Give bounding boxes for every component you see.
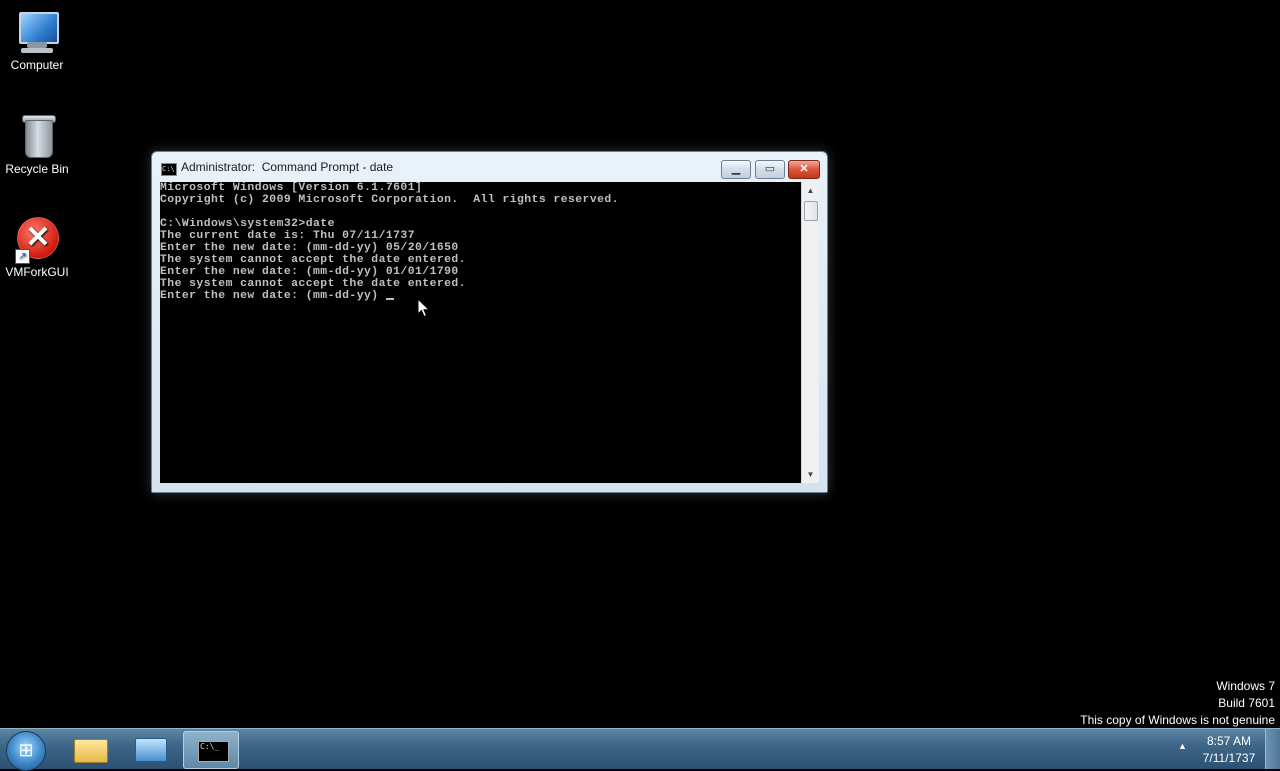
windows-logo-icon: ⊞ (18, 740, 34, 760)
maximize-button[interactable]: ▭ (755, 160, 785, 179)
system-clock[interactable]: 8:57 AM 7/11/1737 (1196, 733, 1262, 767)
window-titlebar[interactable]: C:\ Administrator: Command Prompt - date… (152, 152, 827, 182)
console-line: The system cannot accept the date entere… (160, 278, 466, 290)
show-desktop-button[interactable] (1265, 729, 1280, 769)
minimize-button[interactable]: ▁ (721, 160, 751, 179)
recycle-bin-icon (13, 112, 61, 160)
console-line: C:\Windows\system32>date (160, 218, 335, 230)
text-cursor (385, 298, 394, 300)
command-prompt-icon: C:\_ (198, 741, 229, 762)
taskbar-control-panel-button[interactable] (124, 731, 178, 767)
console-line: Enter the new date: (mm-dd-yy) 01/01/179… (160, 266, 459, 278)
taskbar-explorer-button[interactable] (62, 731, 116, 767)
show-hidden-icons-icon[interactable]: ▲ (1178, 741, 1187, 751)
command-prompt-icon: C:\ (161, 163, 177, 176)
command-prompt-window[interactable]: C:\ Administrator: Command Prompt - date… (151, 151, 828, 493)
computer-icon (13, 8, 61, 56)
shortcut-arrow-icon: ↗ (15, 249, 30, 264)
console-prompt-line[interactable]: Enter the new date: (mm-dd-yy) (160, 290, 801, 302)
taskbar-command-prompt-button[interactable]: C:\_ (183, 731, 239, 769)
console-line: Enter the new date: (mm-dd-yy) 05/20/165… (160, 242, 459, 254)
scroll-down-icon[interactable]: ▼ (802, 466, 819, 483)
watermark-os: Windows 7 (1216, 679, 1275, 693)
desktop-icon-vmforkgui[interactable]: ✕ ↗ VMForkGUI (0, 215, 74, 279)
control-panel-icon (135, 738, 167, 762)
close-button[interactable]: ✕ (788, 160, 820, 179)
vertical-scrollbar[interactable]: ▲ ▼ (801, 182, 819, 483)
desktop-icon-label: Computer (10, 58, 64, 72)
maximize-icon: ▭ (764, 163, 776, 175)
console-line: The system cannot accept the date entere… (160, 254, 466, 266)
folder-icon (74, 739, 108, 763)
windows-watermark: Windows 7 Build 7601 This copy of Window… (1080, 678, 1275, 729)
taskbar: ⊞ C:\_ ▲ 8:57 AM 7/11/1737 (0, 728, 1280, 771)
start-button[interactable]: ⊞ (6, 731, 46, 771)
console-line (160, 206, 801, 218)
clock-time: 8:57 AM (1206, 734, 1252, 748)
console-line: Microsoft Windows [Version 6.1.7601] (160, 182, 423, 194)
scroll-up-icon[interactable]: ▲ (802, 182, 819, 199)
desktop-icon-label: Recycle Bin (5, 162, 69, 176)
watermark-genuine-notice: This copy of Windows is not genuine (1080, 713, 1275, 727)
watermark-build: Build 7601 (1218, 696, 1275, 710)
clock-date: 7/11/1737 (1202, 751, 1256, 765)
window-title: Administrator: Command Prompt - date (181, 160, 394, 174)
error-icon: ✕ ↗ (13, 215, 61, 264)
desktop-icon-recycle-bin[interactable]: Recycle Bin (0, 112, 74, 176)
console-line: Copyright (c) 2009 Microsoft Corporation… (160, 194, 619, 206)
scroll-thumb[interactable] (804, 201, 818, 221)
console-output[interactable]: Microsoft Windows [Version 6.1.7601] Cop… (160, 182, 801, 483)
console-line: The current date is: Thu 07/11/1737 (160, 230, 415, 242)
console-prompt-text: Enter the new date: (mm-dd-yy) (160, 290, 386, 302)
desktop-icon-computer[interactable]: Computer (0, 8, 74, 72)
desktop-icon-label: VMForkGUI (5, 265, 69, 279)
close-icon: ✕ (799, 163, 809, 175)
mouse-pointer-icon (417, 298, 431, 318)
minimize-icon: ▁ (731, 163, 741, 175)
